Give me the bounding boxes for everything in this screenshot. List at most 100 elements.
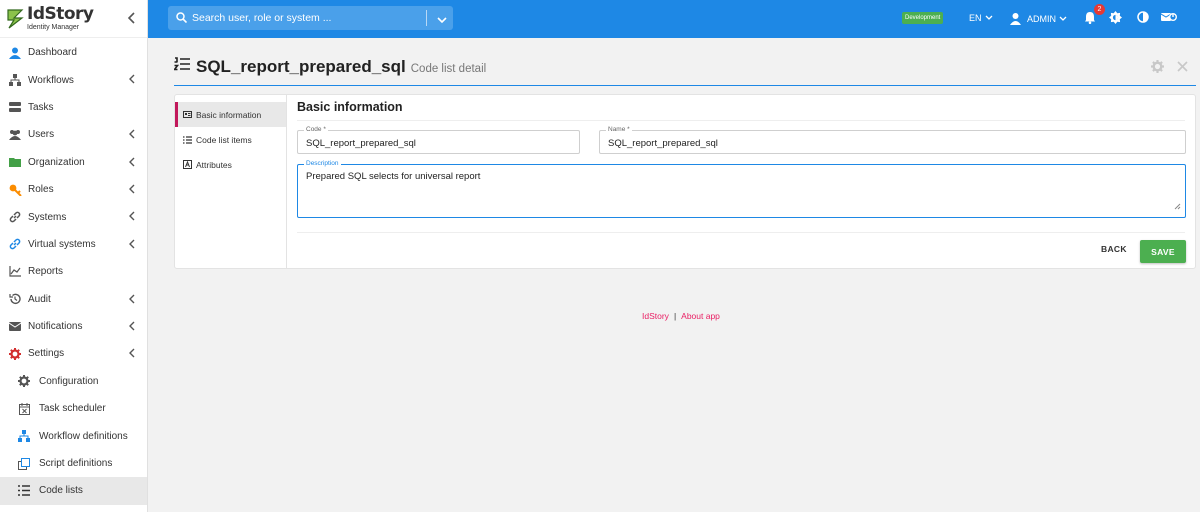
tab-basic-information[interactable]: Basic information	[175, 102, 286, 127]
sidebar-item-label: Notifications	[28, 321, 83, 333]
sidebar-item-roles[interactable]: Roles	[0, 176, 147, 203]
chevron-left-icon	[128, 129, 138, 139]
top-bar: Development EN ADMIN 2	[148, 0, 1200, 38]
sidebar-item-label: Script definitions	[39, 458, 113, 470]
sidebar-item-workflow-definitions[interactable]: Workflow definitions	[0, 422, 147, 449]
code-input[interactable]	[298, 131, 579, 149]
save-button[interactable]: SAVE	[1140, 240, 1186, 263]
sidebar-item-systems[interactable]: Systems	[0, 203, 147, 230]
logout-icon[interactable]	[1160, 11, 1177, 26]
footer-brand-link[interactable]: IdStory	[642, 311, 669, 321]
workflow-icon	[17, 429, 31, 443]
collapse-sidebar-button[interactable]	[127, 11, 137, 27]
detail-tabs: Basic information Code list items Attrib…	[175, 95, 287, 268]
app-subtitle: Identity Manager	[27, 24, 80, 31]
search-input[interactable]	[192, 12, 422, 24]
close-icon[interactable]	[1177, 60, 1188, 75]
chevron-left-icon	[128, 74, 138, 84]
link-icon	[8, 210, 22, 224]
brightness-icon[interactable]	[1109, 11, 1122, 27]
description-field[interactable]: Description Prepared SQL selects for uni…	[297, 160, 1186, 218]
detail-card: Basic information Code list items Attrib…	[174, 94, 1196, 269]
sidebar-item-code-lists[interactable]: Code lists	[0, 477, 147, 505]
sidebar-item-audit[interactable]: Audit	[0, 286, 147, 313]
sidebar-item-label: Dashboard	[28, 47, 77, 59]
name-label: Name *	[606, 126, 632, 133]
tab-label: Attributes	[196, 159, 232, 170]
tasks-icon	[8, 100, 22, 114]
notification-count-badge: 2	[1094, 4, 1105, 15]
gear-icon	[17, 374, 31, 388]
history-icon	[8, 292, 22, 306]
dashboard-icon	[8, 46, 22, 60]
sidebar-item-label: Audit	[28, 293, 51, 305]
resize-handle-icon[interactable]	[1174, 198, 1181, 213]
sidebar-item-task-scheduler[interactable]: Task scheduler	[0, 395, 147, 422]
logo[interactable]: IdStory Identity Manager	[0, 0, 147, 38]
sidebar-item-organization[interactable]: Organization	[0, 149, 147, 176]
link-icon	[8, 237, 22, 251]
description-label: Description	[304, 160, 341, 167]
chevron-down-icon[interactable]	[437, 12, 447, 27]
sidebar-nav: Dashboard Workflows Tasks Users Organiza…	[0, 39, 147, 505]
app-title: IdStory	[27, 4, 94, 24]
calendar-icon	[17, 402, 31, 416]
tab-code-list-items[interactable]: Code list items	[175, 127, 286, 152]
tab-label: Basic information	[196, 109, 262, 120]
description-textarea[interactable]: Prepared SQL selects for universal repor…	[306, 171, 480, 182]
divider	[297, 120, 1185, 121]
sidebar-item-label: Users	[28, 129, 55, 141]
chart-icon	[8, 265, 22, 279]
back-button[interactable]: BACK	[1101, 244, 1127, 254]
divider	[297, 232, 1185, 233]
language-select[interactable]: EN	[969, 13, 993, 23]
sidebar-item-label: Systems	[28, 211, 67, 223]
attribute-icon	[183, 160, 192, 169]
sidebar-item-label: Workflow definitions	[39, 430, 128, 442]
sidebar-item-label: Task scheduler	[39, 403, 106, 415]
sidebar-item-tasks[interactable]: Tasks	[0, 94, 147, 121]
sidebar-item-virtual-systems[interactable]: Virtual systems	[0, 231, 147, 258]
tab-attributes[interactable]: Attributes	[175, 152, 286, 177]
page-title: SQL_report_prepared_sql	[196, 57, 406, 76]
page-footer: IdStory | About app	[642, 311, 720, 321]
sidebar-item-notifications[interactable]: Notifications	[0, 313, 147, 340]
sidebar-item-script-definitions[interactable]: Script definitions	[0, 450, 147, 477]
contrast-icon[interactable]	[1137, 11, 1149, 26]
sidebar-item-settings[interactable]: Settings	[0, 340, 147, 367]
about-app-link[interactable]: About app	[681, 311, 720, 321]
search-icon	[176, 11, 188, 26]
header-divider	[174, 85, 1196, 86]
chevron-left-icon	[128, 239, 138, 249]
sidebar-item-users[interactable]: Users	[0, 121, 147, 148]
name-input[interactable]	[600, 131, 1185, 149]
page-header: SQL_report_prepared_sql Code list detail	[172, 57, 487, 77]
copy-icon	[17, 457, 31, 471]
chevron-left-icon	[128, 211, 138, 221]
list-numbered-icon	[172, 57, 190, 75]
sidebar-item-workflows[interactable]: Workflows	[0, 66, 147, 93]
sidebar-item-dashboard[interactable]: Dashboard	[0, 39, 147, 66]
global-search[interactable]	[168, 6, 453, 30]
gear-icon[interactable]	[1151, 60, 1164, 76]
chevron-down-icon	[1059, 16, 1067, 21]
bell-icon[interactable]	[1084, 11, 1096, 27]
sidebar-item-label: Roles	[28, 184, 54, 196]
sidebar-item-reports[interactable]: Reports	[0, 258, 147, 285]
tab-label: Code list items	[196, 134, 252, 145]
sidebar-item-label: Virtual systems	[28, 238, 96, 250]
info-icon	[183, 110, 192, 119]
chevron-left-icon	[128, 184, 138, 194]
panel-title: Basic information	[297, 100, 403, 114]
divider	[426, 10, 427, 26]
page-subtitle: Code list detail	[410, 63, 487, 75]
sidebar-item-label: Workflows	[28, 74, 74, 86]
users-icon	[8, 128, 22, 142]
sidebar-item-label: Reports	[28, 266, 64, 278]
logo-icon	[6, 7, 24, 31]
name-field[interactable]: Name *	[599, 126, 1186, 154]
user-menu[interactable]: ADMIN	[1010, 13, 1067, 25]
code-field[interactable]: Code *	[297, 126, 580, 154]
sidebar: IdStory Identity Manager Dashboard Workf…	[0, 0, 148, 512]
sidebar-item-configuration[interactable]: Configuration	[0, 368, 147, 395]
